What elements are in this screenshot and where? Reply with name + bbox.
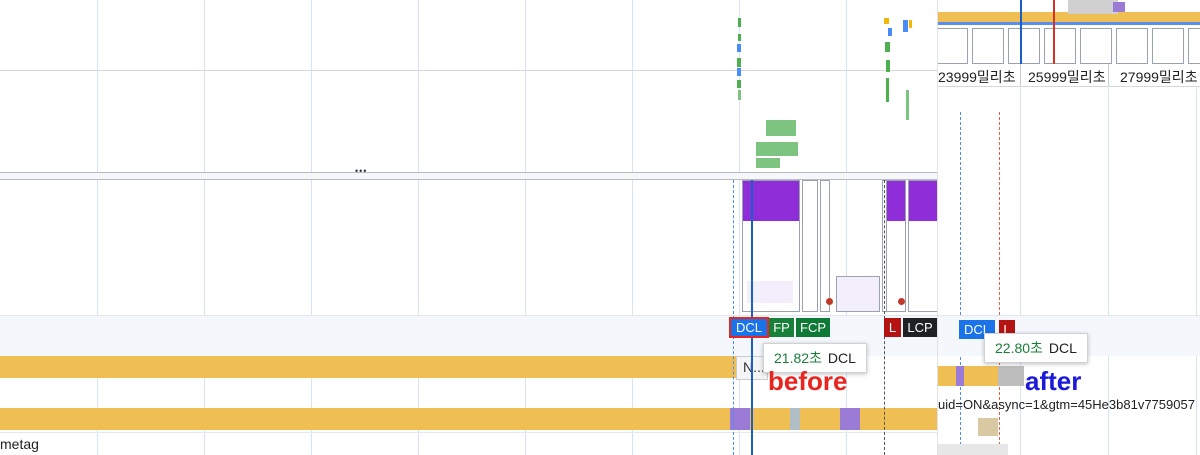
task-bars bbox=[730, 408, 937, 430]
load-marker[interactable]: L bbox=[884, 318, 901, 337]
filmstrip bbox=[736, 180, 938, 312]
panel-resize-handle[interactable]: ••• bbox=[0, 166, 937, 180]
after-annotation: after bbox=[1025, 366, 1082, 396]
screenshot-thumbnail bbox=[836, 276, 880, 312]
fp-marker[interactable]: FP bbox=[769, 318, 794, 337]
screenshot-thumbnail bbox=[820, 180, 830, 312]
grid-line bbox=[525, 0, 526, 455]
overview-cpu-chart bbox=[938, 0, 1200, 25]
ruler-tick-label: 27999밀리초 bbox=[1120, 69, 1198, 85]
lcp-marker[interactable]: LCP bbox=[903, 318, 937, 337]
tooltip-value: 21.82초 bbox=[774, 350, 822, 366]
grid-line bbox=[632, 0, 633, 455]
screenshot-thumbnail bbox=[886, 180, 906, 312]
time-ruler: 23999밀리초 25999밀리초 27999밀리초 bbox=[938, 64, 1200, 87]
network-request-label: N... bbox=[743, 359, 765, 375]
grid-line bbox=[311, 0, 312, 455]
screenshot-thumbnail bbox=[908, 180, 938, 312]
dcl-tooltip-after: 22.80초 DCL bbox=[984, 333, 1088, 363]
dcl-marker[interactable]: DCL bbox=[729, 317, 769, 338]
bottom-track-label: metag bbox=[0, 436, 39, 452]
screenshot-thumbnail bbox=[802, 180, 818, 312]
grid-line bbox=[97, 0, 98, 455]
before-annotation: before bbox=[768, 366, 848, 396]
ruler-tick-label: 23999밀리초 bbox=[938, 69, 1016, 85]
main-thread-bar bbox=[0, 356, 740, 378]
ruler-tick-label: 25999밀리초 bbox=[1028, 69, 1106, 85]
fcp-marker[interactable]: FCP bbox=[796, 318, 830, 337]
tooltip-label: DCL bbox=[827, 350, 856, 366]
tooltip-value: 22.80초 bbox=[995, 340, 1043, 356]
grid-line bbox=[204, 0, 205, 455]
tooltip-label: DCL bbox=[1048, 340, 1077, 356]
network-waterfall bbox=[728, 0, 938, 170]
url-track-label: uid=ON&async=1&gtm=45He3b81v7759057 bbox=[938, 397, 1195, 412]
main-thread-bar bbox=[0, 408, 730, 430]
overview-filmstrip bbox=[938, 28, 1200, 64]
grid-line bbox=[418, 0, 419, 455]
resize-handle-dots: ••• bbox=[355, 166, 368, 176]
